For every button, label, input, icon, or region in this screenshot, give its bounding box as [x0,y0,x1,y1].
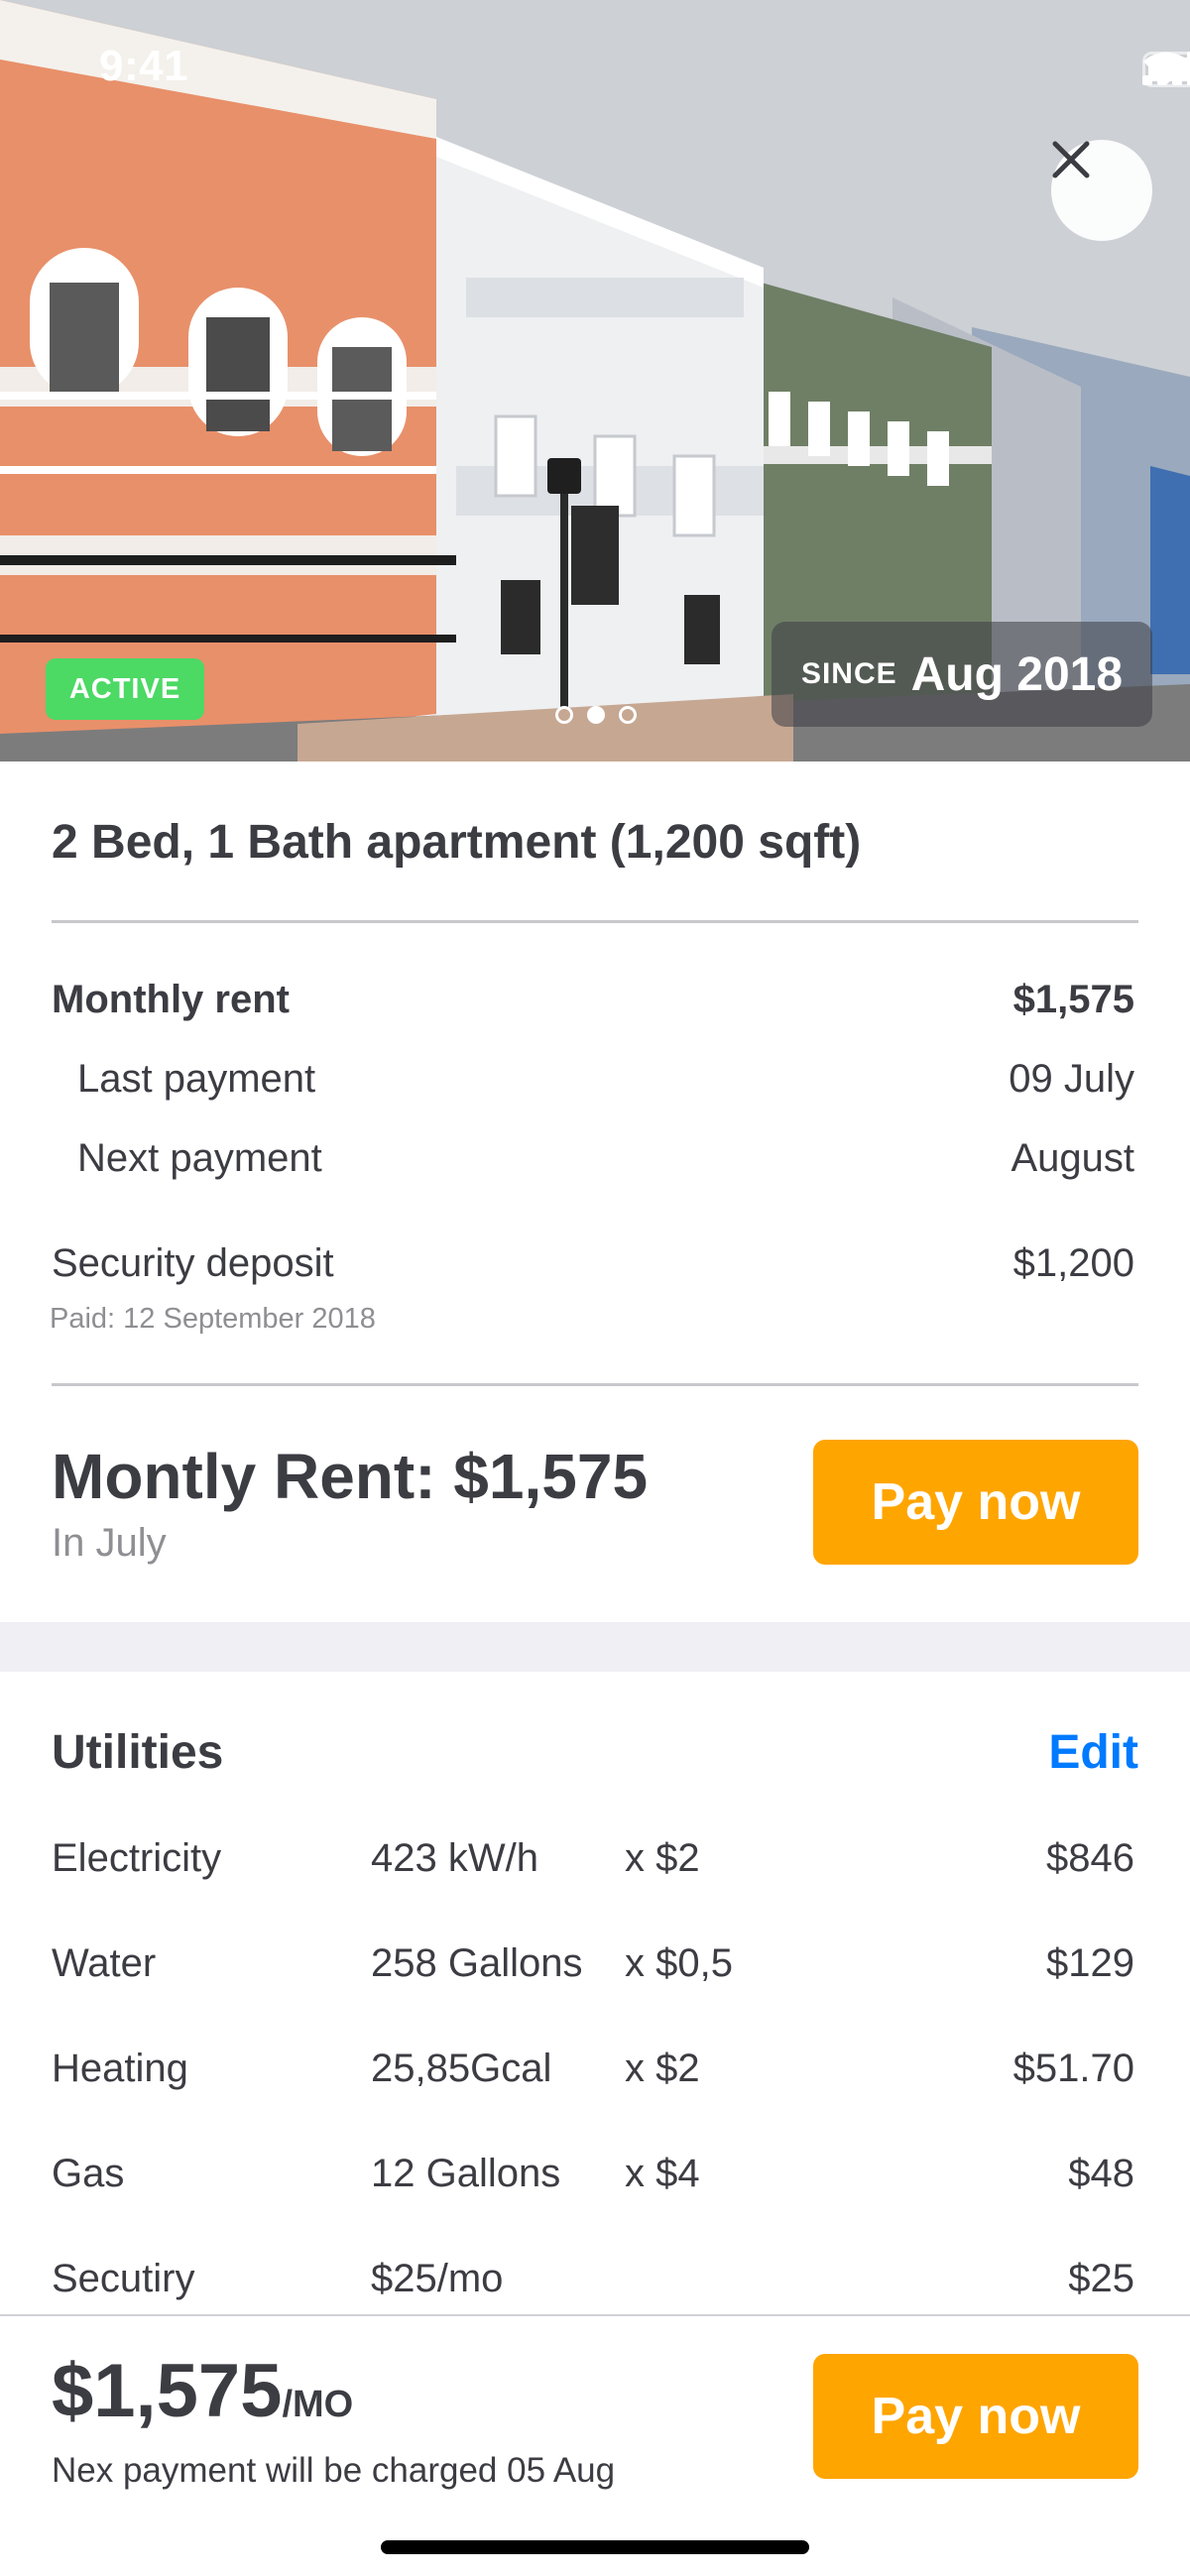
edit-utilities-link[interactable]: Edit [1048,1725,1138,1780]
last-payment-label: Last payment [77,1057,316,1101]
bottom-price-amount: $1,575 [52,2349,283,2433]
monthly-rent-label: Monthly rent [52,978,290,1021]
bottom-pay-now-button[interactable]: Pay now [813,2354,1138,2479]
next-payment-label: Next payment [77,1136,322,1180]
utility-name: Heating [52,2047,188,2090]
home-indicator[interactable] [381,2540,809,2554]
utility-row: Water 258 Gallons x $0,5 $129 [52,1941,1134,2001]
since-value: Aug 2018 [910,647,1124,701]
rent-due-subtitle: In July [52,1521,167,1565]
security-deposit-value: $1,200 [1012,1241,1134,1285]
pager-dot[interactable] [555,706,573,724]
utility-rate: x $2 [625,2047,700,2090]
monthly-rent-value: $1,575 [1012,978,1134,1021]
close-button[interactable] [1051,140,1152,241]
utility-qty: 25,85Gcal [371,2047,552,2090]
utility-name: Secutiry [52,2257,195,2300]
utility-qty: $25/mo [371,2257,504,2300]
utility-total: $129 [1046,1941,1134,1985]
hero-photo[interactable]: 9:41 ACTIVE SINCE Aug 2018 [0,0,1190,761]
divider [52,920,1138,923]
status-badge: ACTIVE [46,658,204,720]
battery-icon [1142,52,1190,87]
utility-name: Electricity [52,1836,222,1880]
utility-row: Gas 12 Gallons x $4 $48 [52,2152,1134,2211]
utility-total: $48 [1068,2152,1134,2195]
photo-pager[interactable] [555,706,637,724]
next-payment-row: Next payment August [52,1136,1134,1181]
utility-qty: 258 Gallons [371,1941,583,1985]
rent-due-title: Montly Rent: $1,575 [52,1441,649,1512]
pay-now-button[interactable]: Pay now [813,1440,1138,1565]
bottom-payment-bar: $1,575/MO Nex payment will be charged 05… [0,2314,1190,2576]
bottom-price-period: /MO [282,2384,354,2425]
utility-total: $846 [1046,1836,1134,1880]
security-deposit-row: Security deposit $1,200 [52,1241,1134,1286]
next-payment-value: August [1011,1136,1134,1180]
utility-qty: 423 kW/h [371,1836,538,1880]
last-payment-row: Last payment 09 July [52,1057,1134,1102]
status-time: 9:41 [99,42,189,90]
utility-row: Heating 25,85Gcal x $2 $51.70 [52,2047,1134,2106]
utility-name: Gas [52,2152,125,2195]
security-deposit-label: Security deposit [52,1241,334,1285]
utility-row: Secutiry $25/mo $25 [52,2257,1134,2316]
utility-total: $25 [1068,2257,1134,2300]
bottom-payment-note: Nex payment will be charged 05 Aug [52,2451,616,2490]
divider [52,1383,1138,1386]
property-summary: 2 Bed, 1 Bath apartment (1,200 sqft) [52,816,862,869]
utility-name: Water [52,1941,157,1985]
deposit-paid-note: Paid: 12 September 2018 [50,1303,376,1335]
pager-dot[interactable] [619,706,637,724]
utility-rate: x $2 [625,1836,700,1880]
since-label: SINCE [800,657,897,690]
utility-rate: x $4 [625,2152,700,2195]
last-payment-value: 09 July [1009,1057,1134,1101]
utility-rate: x $0,5 [625,1941,733,1985]
utility-total: $51.70 [1012,2047,1134,2090]
section-separator [0,1622,1190,1672]
utility-qty: 12 Gallons [371,2152,561,2195]
close-icon [1052,141,1090,178]
pager-dot-active[interactable] [587,706,605,724]
utilities-title: Utilities [52,1726,224,1779]
bottom-price: $1,575/MO [52,2348,353,2434]
since-badge: SINCE Aug 2018 [772,622,1152,727]
monthly-rent-row: Monthly rent $1,575 [52,978,1134,1022]
utility-row: Electricity 423 kW/h x $2 $846 [52,1836,1134,1896]
